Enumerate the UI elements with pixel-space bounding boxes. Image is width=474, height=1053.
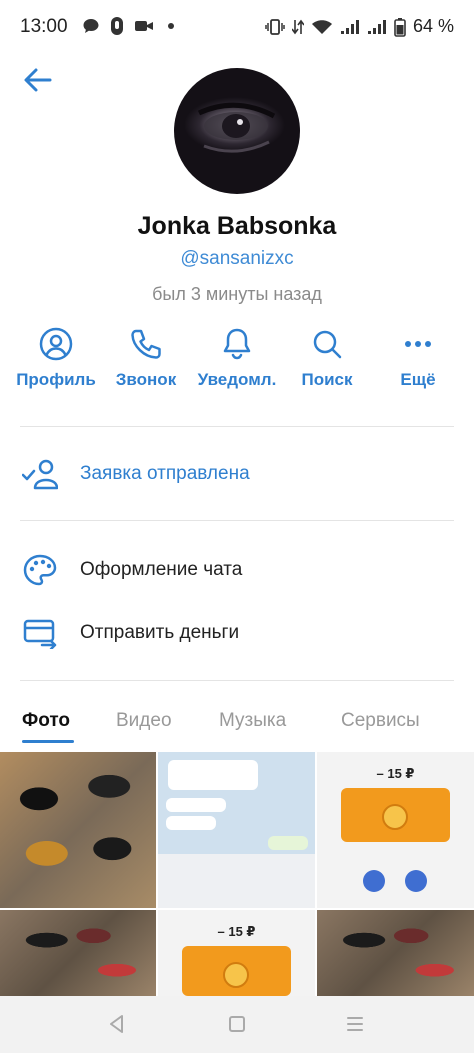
tab-music[interactable]: Музыка xyxy=(219,710,286,732)
photo-thumbnail[interactable] xyxy=(158,752,315,908)
payment-amount: – 15 ₽ xyxy=(217,924,256,939)
status-time: 13:00 xyxy=(20,16,68,37)
send-money-row[interactable]: Отправить деньги xyxy=(0,609,474,657)
last-seen-status: был 3 минуты назад xyxy=(152,284,322,304)
home-square-icon[interactable] xyxy=(223,1010,251,1038)
friend-request-label: Заявка отправлена xyxy=(80,463,250,484)
status-right: 64 % xyxy=(265,16,454,37)
action-label: Профиль xyxy=(16,370,96,389)
back-triangle-icon[interactable] xyxy=(103,1010,131,1038)
photo-thumbnail[interactable]: – 15 ₽ xyxy=(317,752,474,908)
tab-videos[interactable]: Видео xyxy=(116,710,172,732)
recents-lines-icon[interactable] xyxy=(341,1010,369,1038)
search-action-button[interactable]: Поиск xyxy=(277,326,377,396)
chat-design-label: Оформление чата xyxy=(80,559,243,580)
action-label: Уведомл. xyxy=(197,370,277,389)
mic-icon xyxy=(111,17,123,35)
tab-photos[interactable]: Фото xyxy=(22,710,70,732)
photo-thumbnail[interactable]: – 15 ₽ xyxy=(158,910,315,996)
palette-icon xyxy=(23,554,57,586)
photo-thumbnail[interactable] xyxy=(317,910,474,996)
bell-icon xyxy=(223,328,251,360)
payment-amount: – 15 ₽ xyxy=(376,766,415,781)
battery-icon xyxy=(394,17,406,37)
eye-photo xyxy=(197,102,276,153)
friend-request-row[interactable]: Заявка отправлена xyxy=(0,450,474,498)
money-transfer-icon xyxy=(23,619,57,649)
tab-services[interactable]: Сервисы xyxy=(341,710,420,732)
status-bar: 13:00 64 % xyxy=(0,0,474,54)
vibrate-icon xyxy=(265,18,285,35)
profile-username[interactable]: @sansanizxc xyxy=(0,248,474,270)
active-tab-indicator xyxy=(22,740,74,743)
dot-icon xyxy=(168,23,174,29)
photo-thumbnail[interactable] xyxy=(0,910,156,996)
divider xyxy=(20,520,454,521)
battery-percent: 64 % xyxy=(412,16,454,36)
action-label: Поиск xyxy=(301,370,353,389)
media-tabs: Фото Видео Музыка Сервисы xyxy=(0,700,474,746)
message-icon xyxy=(83,19,99,33)
wifi-icon xyxy=(311,19,332,34)
user-circle-icon xyxy=(39,327,73,361)
search-icon xyxy=(313,330,342,359)
signal-icon xyxy=(340,19,359,34)
avatar[interactable] xyxy=(174,68,300,194)
more-dots-icon xyxy=(405,341,431,347)
phone-icon xyxy=(131,329,161,359)
chat-design-row[interactable]: Оформление чата xyxy=(0,546,474,594)
divider xyxy=(20,680,454,681)
call-action-button[interactable]: Звонок xyxy=(96,326,196,396)
data-icon xyxy=(291,19,304,34)
send-money-label: Отправить деньги xyxy=(80,622,240,643)
divider xyxy=(20,426,454,427)
profile-action-button[interactable]: Профиль xyxy=(6,326,106,396)
profile-actions: Профиль Звонок Уведомл. Поиск Ещё xyxy=(0,326,474,396)
notification-icons xyxy=(82,16,178,36)
notifications-action-button[interactable]: Уведомл. xyxy=(187,326,287,396)
profile-name: Jonka Babsonka xyxy=(137,212,337,240)
action-label: Ещё xyxy=(400,370,436,389)
system-nav-bar xyxy=(0,996,474,1053)
user-check-icon xyxy=(22,459,58,490)
photo-thumbnail[interactable] xyxy=(0,752,156,908)
photo-grid: – 15 ₽ – 15 ₽ xyxy=(0,752,474,996)
back-arrow-icon[interactable] xyxy=(22,64,54,96)
video-icon xyxy=(135,21,153,31)
more-action-button[interactable]: Ещё xyxy=(368,326,468,396)
action-label: Звонок xyxy=(115,370,177,389)
signal-icon xyxy=(367,19,386,34)
